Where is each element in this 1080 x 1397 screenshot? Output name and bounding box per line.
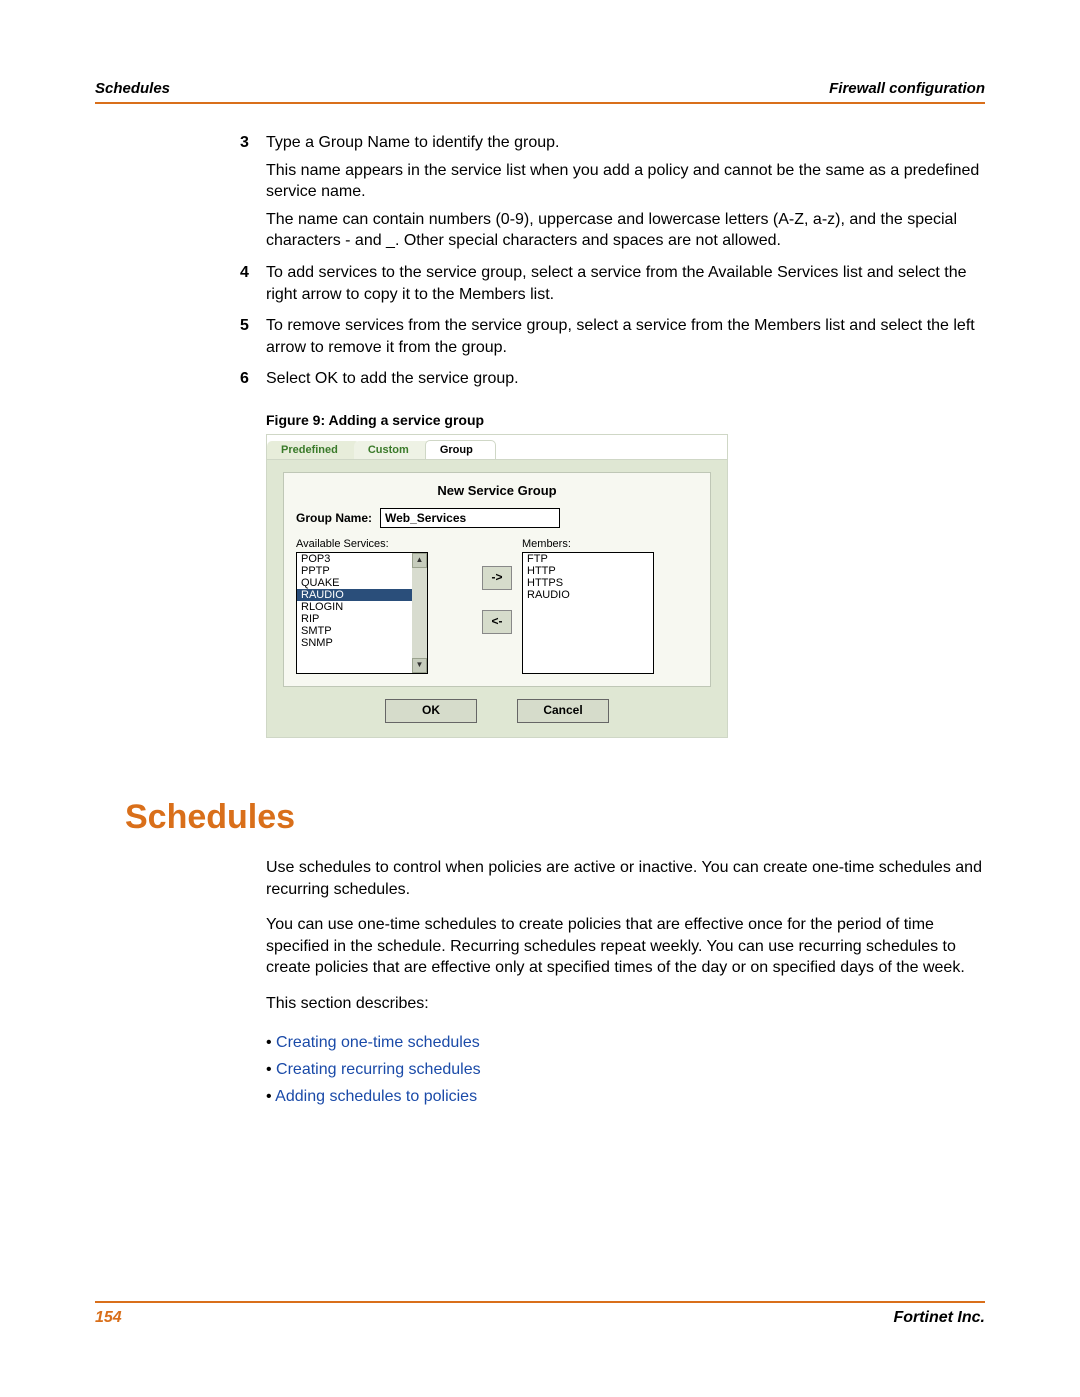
schedules-p1: Use schedules to control when policies a…: [266, 857, 985, 900]
list-item[interactable]: QUAKE: [297, 577, 427, 589]
list-item[interactable]: RIP: [297, 613, 427, 625]
members-list[interactable]: FTP HTTP HTTPS RAUDIO: [522, 552, 654, 674]
step-5-num: 5: [240, 315, 266, 364]
step-6-p1: Select OK to add the service group.: [266, 368, 985, 390]
list-item[interactable]: RAUDIO: [523, 589, 653, 601]
step-4-num: 4: [240, 262, 266, 311]
list-item[interactable]: PPTP: [297, 565, 427, 577]
step-3-p1: Type a Group Name to identify the group.: [266, 132, 985, 154]
cancel-button[interactable]: Cancel: [517, 699, 609, 723]
tab-group[interactable]: Group: [425, 440, 496, 459]
available-services-list[interactable]: POP3 PPTP QUAKE RAUDIO RLOGIN RIP SMTP S…: [296, 552, 428, 674]
link-one-time[interactable]: Creating one-time schedules: [276, 1034, 480, 1051]
tab-predefined[interactable]: Predefined: [267, 441, 360, 459]
header-rule: [95, 102, 985, 104]
header-right: Firewall configuration: [829, 80, 985, 97]
scroll-down-icon[interactable]: ▼: [412, 658, 427, 673]
move-right-button[interactable]: ->: [482, 566, 512, 590]
tab-bar: Predefined Custom Group: [267, 435, 727, 460]
tab-custom[interactable]: Custom: [354, 441, 431, 459]
list-item[interactable]: HTTP: [523, 565, 653, 577]
schedules-links: Creating one-time schedules Creating rec…: [266, 1029, 985, 1111]
step-3-num: 3: [240, 132, 266, 258]
step-4-body: To add services to the service group, se…: [266, 262, 985, 311]
members-label: Members:: [522, 538, 698, 550]
list-item[interactable]: POP3: [297, 553, 427, 565]
step-3-p3: The name can contain numbers (0-9), uppe…: [266, 209, 985, 252]
list-item[interactable]: FTP: [523, 553, 653, 565]
list-item[interactable]: SNMP: [297, 637, 427, 649]
move-left-button[interactable]: <-: [482, 610, 512, 634]
link-recurring[interactable]: Creating recurring schedules: [276, 1061, 481, 1078]
ok-button[interactable]: OK: [385, 699, 477, 723]
footer-rule: [95, 1301, 985, 1303]
header-left: Schedules: [95, 80, 170, 97]
step-6-num: 6: [240, 368, 266, 396]
list-item[interactable]: HTTPS: [523, 577, 653, 589]
service-group-dialog: Predefined Custom Group New Service Grou…: [266, 434, 728, 738]
footer-right: Fortinet Inc.: [893, 1309, 985, 1327]
schedules-p2: You can use one-time schedules to create…: [266, 914, 985, 979]
step-6-body: Select OK to add the service group.: [266, 368, 985, 396]
link-adding[interactable]: Adding schedules to policies: [275, 1088, 477, 1105]
schedules-p3: This section describes:: [266, 993, 985, 1015]
list-item[interactable]: SMTP: [297, 625, 427, 637]
page-number: 154: [95, 1309, 122, 1327]
step-3-body: Type a Group Name to identify the group.…: [266, 132, 985, 258]
dialog-title: New Service Group: [296, 483, 698, 498]
available-label: Available Services:: [296, 538, 472, 550]
step-3-p2: This name appears in the service list wh…: [266, 160, 985, 203]
step-5-body: To remove services from the service grou…: [266, 315, 985, 364]
scroll-up-icon[interactable]: ▲: [412, 553, 427, 568]
figure-caption: Figure 9: Adding a service group: [266, 412, 985, 428]
section-heading-schedules: Schedules: [125, 798, 985, 837]
list-item[interactable]: RLOGIN: [297, 601, 427, 613]
list-item[interactable]: RAUDIO: [297, 589, 427, 601]
group-name-input[interactable]: [380, 508, 560, 528]
step-4-p1: To add services to the service group, se…: [266, 262, 985, 305]
step-5-p1: To remove services from the service grou…: [266, 315, 985, 358]
group-name-label: Group Name:: [296, 511, 372, 525]
scrollbar[interactable]: ▲ ▼: [412, 553, 427, 673]
